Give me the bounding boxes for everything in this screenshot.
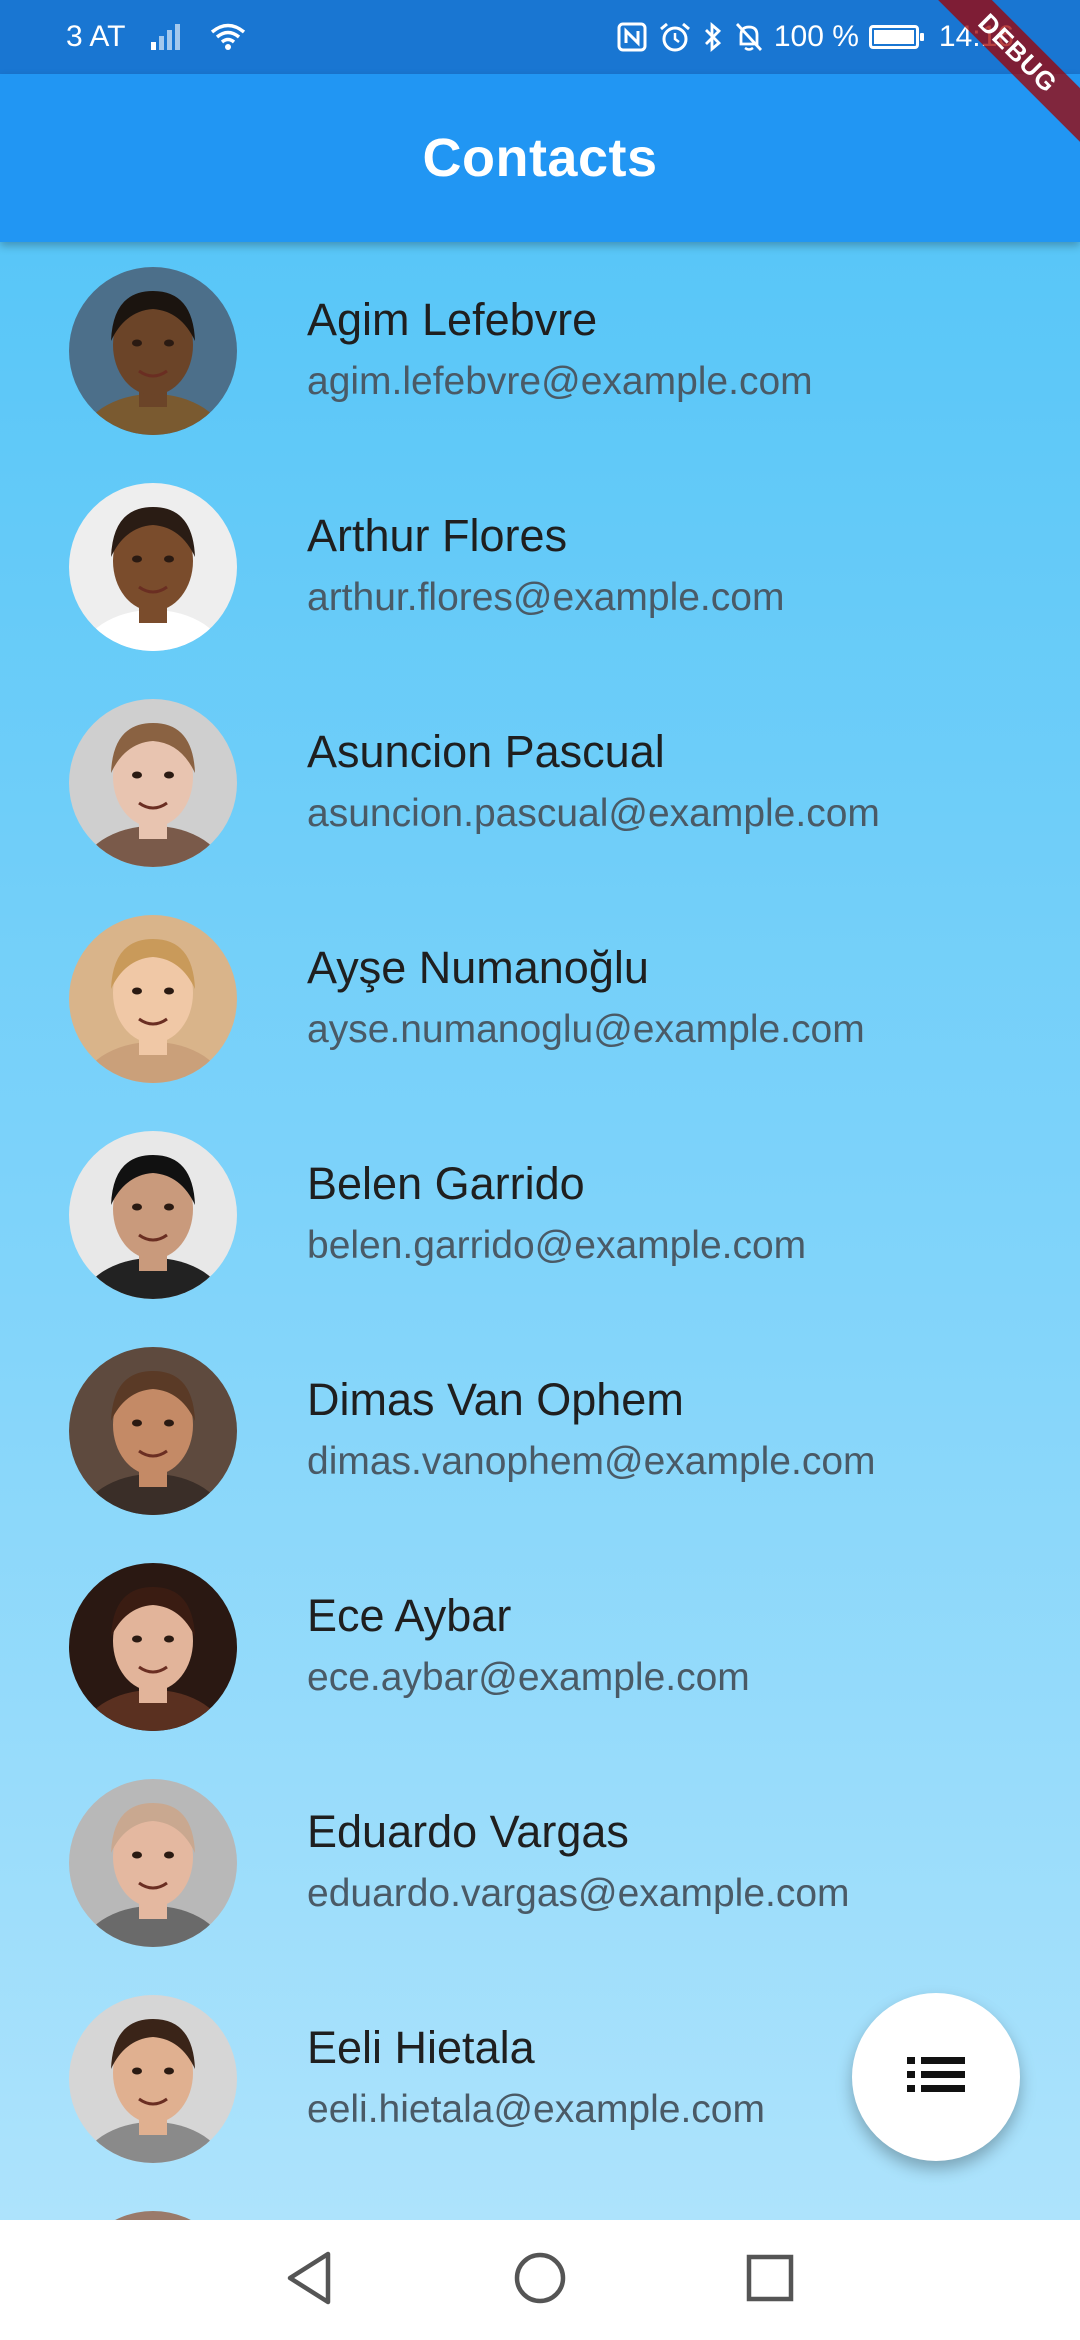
avatar [69,483,237,651]
notifications-off-icon [734,21,764,53]
bluetooth-icon [702,21,724,53]
contact-row[interactable]: Arthur Flores arthur.flores@example.com [0,458,1080,674]
contact-row[interactable]: Ayşe Numanoğlu ayse.numanoglu@example.com [0,890,1080,1106]
contact-email: ayse.numanoglu@example.com [307,1008,865,1051]
contact-row[interactable]: Belen Garrido belen.garrido@example.com [0,1106,1080,1322]
recents-button[interactable] [740,2250,800,2310]
list-view-fab[interactable] [852,1993,1020,2161]
avatar [69,1131,237,1299]
avatar [69,1347,237,1515]
status-left: 3 AT [66,0,247,74]
avatar [69,699,237,867]
contact-name: Dimas Van Ophem [307,1374,684,1425]
contact-name: Belen Garrido [307,1158,585,1209]
contact-name: Agim Lefebvre [307,294,598,345]
contact-name: Eeli Hietala [307,2022,535,2073]
wifi-icon [209,22,247,52]
contact-email: arthur.flores@example.com [307,576,785,619]
contact-row[interactable]: Agim Lefebvre agim.lefebvre@example.com [0,242,1080,458]
list-icon [907,2055,965,2100]
system-nav-bar [0,2220,1080,2340]
contact-row[interactable]: Eduardo Vargas eduardo.vargas@example.com [0,1754,1080,1970]
status-bar: 3 AT 100 % [0,0,1080,74]
nfc-icon [616,21,648,53]
avatar [69,2211,237,2220]
home-button[interactable] [510,2250,570,2310]
recents-square-icon [744,2252,796,2309]
contact-email: ece.aybar@example.com [307,1656,750,1699]
contact-name: Arthur Flores [307,510,568,561]
signal-icon [149,22,185,52]
battery-percent: 100 % [773,20,859,53]
home-circle-icon [512,2250,568,2311]
contact-row[interactable]: Dimas Van Ophem dimas.vanophem@example.co… [0,1322,1080,1538]
contact-email: eduardo.vargas@example.com [307,1872,850,1915]
contact-name: Ece Aybar [307,1590,512,1641]
avatar [69,915,237,1083]
battery-icon [868,25,924,49]
back-triangle-icon [284,2250,334,2311]
carrier-label: 3 AT [66,20,126,53]
contact-list[interactable]: Agim Lefebvre agim.lefebvre@example.com Ar… [0,242,1080,2220]
contact-row[interactable]: Asuncion Pascual asuncion.pascual@example… [0,674,1080,890]
contact-name: Eduardo Vargas [307,1806,629,1857]
contact-email: dimas.vanophem@example.com [307,1440,876,1483]
contact-email: eeli.hietala@example.com [307,2088,765,2131]
contact-email: asuncion.pascual@example.com [307,792,880,835]
contact-name: Ayşe Numanoğlu [307,942,649,993]
back-button[interactable] [279,2250,339,2310]
contact-name: Asuncion Pascual [307,726,665,777]
contact-email: agim.lefebvre@example.com [307,360,813,403]
avatar [69,1995,237,2163]
alarm-icon [658,21,692,53]
avatar [69,1563,237,1731]
avatar [69,267,237,435]
contact-row[interactable]: Ece Aybar ece.aybar@example.com [0,1538,1080,1754]
contact-email: belen.garrido@example.com [307,1224,807,1267]
app-title: Contacts [422,128,658,188]
app-bar: Contacts [0,74,1080,242]
avatar [69,1779,237,1947]
contact-row[interactable] [0,2186,1080,2220]
screen: 3 AT 100 % DEBUG Contacts Agim Lefebvre … [0,0,1080,2340]
